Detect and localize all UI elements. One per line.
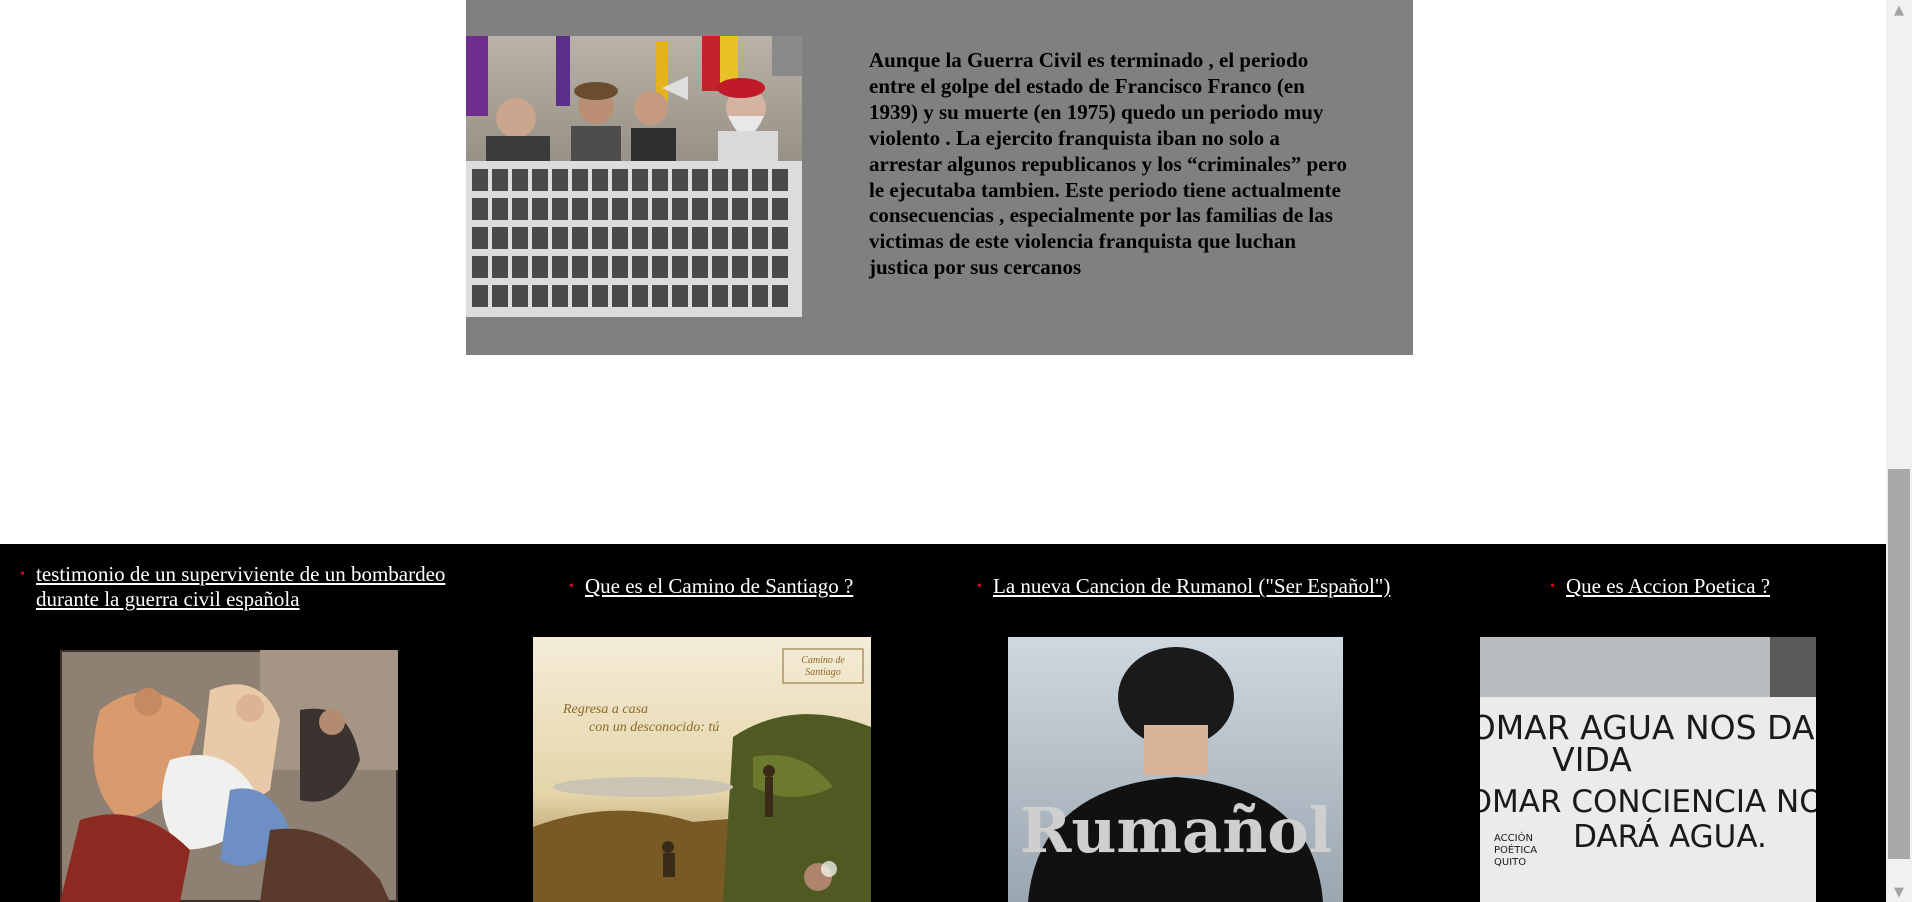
accion-poetica-wall[interactable]: TOMAR AGUA NOS DA VIDA TOMAR CONCIENCIA …	[1480, 637, 1816, 902]
wall-signature1: ACCIÓN	[1494, 831, 1533, 844]
scroll-up-icon[interactable]: ▲	[1886, 0, 1912, 20]
camino-logo-line1: Camino de	[801, 655, 845, 666]
protest-photo-graphic	[466, 36, 802, 317]
camino-santiago-poster[interactable]: Camino de Santiago Regresa a casa con un…	[533, 637, 871, 902]
wall-signature2: POÉTICA	[1494, 843, 1537, 856]
article-paragraph: Aunque la Guerra Civil es terminado , el…	[869, 48, 1347, 280]
wall-line4: DARÁ AGUA.	[1573, 819, 1767, 855]
footer-item-camino: • Que es el Camino de Santiago ?	[569, 574, 853, 600]
link-cancion-rumanol[interactable]: La nueva Cancion de Rumanol ("Ser Españo…	[993, 574, 1390, 599]
link-accion-poetica[interactable]: Que es Accion Poetica ?	[1566, 574, 1770, 599]
wall-line2: VIDA	[1552, 740, 1632, 779]
accion-wall-graphic: TOMAR AGUA NOS DA VIDA TOMAR CONCIENCIA …	[1480, 637, 1816, 902]
footer-item-testimonio: • testimonio de un superviviente de un b…	[20, 562, 480, 612]
bullet-icon: •	[569, 579, 574, 594]
page: Aunque la Guerra Civil es terminado , el…	[0, 0, 1886, 902]
link-camino-santiago[interactable]: Que es el Camino de Santiago ?	[585, 574, 853, 599]
footer-links: • testimonio de un superviviente de un b…	[0, 544, 1886, 902]
wall-signature3: QUITO	[1494, 857, 1526, 868]
camino-logo-line2: Santiago	[805, 667, 841, 678]
footer-item-accion: • Que es Accion Poetica ?	[1550, 574, 1770, 600]
protest-photo	[466, 36, 802, 317]
bullet-icon: •	[20, 567, 25, 582]
rumanol-shirt-text: Rumañol	[1020, 794, 1332, 867]
bullet-icon: •	[1550, 579, 1555, 594]
article-panel: Aunque la Guerra Civil es terminado , el…	[466, 0, 1413, 355]
bombardeo-painting[interactable]	[60, 650, 398, 902]
rumanol-photo-graphic: Rumañol	[1008, 637, 1343, 902]
scrollbar-thumb[interactable]	[1888, 469, 1910, 859]
camino-slogan-line2: con un desconocido: tú	[589, 720, 719, 735]
bullet-icon: •	[977, 579, 982, 594]
camino-slogan-line1: Regresa a casa	[562, 702, 648, 717]
scroll-down-icon[interactable]: ▼	[1886, 882, 1912, 902]
link-testimonio-bombardeo[interactable]: testimonio de un superviviente de un bom…	[36, 562, 480, 612]
rumanol-photo[interactable]: Rumañol	[1008, 637, 1343, 902]
wall-line1: TOMAR AGUA NOS DA	[1480, 708, 1815, 747]
vertical-scrollbar[interactable]: ▲ ▼	[1886, 0, 1912, 902]
camino-poster-graphic: Camino de Santiago Regresa a casa con un…	[533, 637, 871, 902]
footer-item-rumanol: • La nueva Cancion de Rumanol ("Ser Espa…	[977, 574, 1390, 600]
wall-line3: TOMAR CONCIENCIA NOS	[1480, 784, 1816, 820]
bombardeo-painting-graphic	[60, 650, 398, 902]
